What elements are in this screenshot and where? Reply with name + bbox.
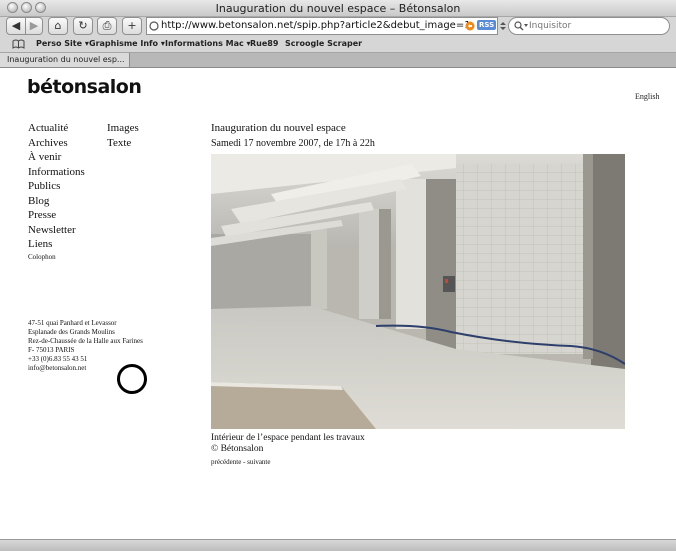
search-field[interactable] [508, 17, 670, 35]
home-icon: ⌂ [54, 19, 62, 32]
tab-inauguration[interactable]: Inauguration du nouvel esp... [0, 53, 130, 67]
photo-caption: Intérieur de l’espace pendant les travau… [211, 433, 365, 454]
nav-presse[interactable]: Presse [28, 208, 85, 223]
caption-credit: © Bétonsalon [211, 443, 264, 454]
bookmark-informations-mac[interactable]: Informations Mac ▾ [165, 39, 251, 48]
main-nav: Actualité Archives À venir Informations … [28, 121, 85, 263]
caption-text: Intérieur de l’espace pendant les travau… [211, 433, 365, 443]
phone-number: +33 (0)6.83 55 43 51 [28, 355, 88, 363]
bookmark-scroogle-scraper[interactable]: Scroogle Scraper [285, 39, 362, 48]
nav-a-venir[interactable]: À venir [28, 150, 85, 165]
forward-arrow-icon: ▶ [29, 19, 39, 32]
rss-badge[interactable]: RSS [477, 20, 497, 30]
sub-nav: Images Texte [107, 121, 139, 150]
nav-colophon[interactable]: Colophon [28, 252, 85, 263]
bookmark-graphisme-info[interactable]: Graphisme Info ▾ [89, 39, 165, 48]
forward-button[interactable]: ▶ [25, 17, 43, 35]
nav-publics[interactable]: Publics [28, 179, 85, 194]
address-line: Rez-de-Chaussée de la Halle aux Farines [28, 337, 143, 345]
next-image-link[interactable]: suivante [247, 458, 270, 466]
address-dropdown-icon[interactable] [500, 21, 506, 31]
circle-graphic [117, 364, 147, 394]
window-title: Inauguration du nouvel espace – Bétonsal… [215, 2, 461, 15]
reload-button[interactable]: ↻ [73, 17, 93, 35]
bookmark-rue89[interactable]: Rue89 [250, 39, 278, 48]
browser-toolbar: ◀ ▶ ⌂ ↻ ⎙ + http://www.betonsalon.net/sp… [0, 17, 676, 37]
interior-photo-drawing [211, 154, 625, 429]
language-link[interactable]: English [635, 92, 659, 101]
address-line: 47-51 quai Panhard et Levassor [28, 319, 117, 327]
subnav-images[interactable]: Images [107, 121, 139, 136]
nav-informations[interactable]: Informations [28, 165, 85, 180]
nav-liens[interactable]: Liens [28, 237, 85, 252]
nav-blog[interactable]: Blog [28, 194, 85, 209]
search-input[interactable] [529, 19, 659, 32]
add-bookmark-button[interactable]: + [122, 17, 142, 35]
address-bar[interactable]: http://www.betonsalon.net/spip.php?artic… [146, 17, 498, 35]
article-photo[interactable] [211, 154, 625, 429]
subnav-texte[interactable]: Texte [107, 136, 139, 151]
print-button[interactable]: ⎙ [97, 17, 117, 35]
article-date: Samedi 17 novembre 2007, de 17h à 22h [211, 138, 375, 149]
nav-archives[interactable]: Archives [28, 136, 85, 151]
bookmark-perso-site[interactable]: Perso Site ▾ [36, 39, 89, 48]
nav-newsletter[interactable]: Newsletter [28, 223, 85, 238]
reload-icon: ↻ [78, 19, 88, 32]
plus-icon: + [127, 19, 137, 32]
status-bar [0, 539, 676, 551]
site-logo[interactable]: bétonsalon [27, 76, 142, 98]
back-arrow-icon: ◀ [11, 19, 21, 32]
back-button[interactable]: ◀ [6, 17, 26, 35]
print-icon: ⎙ [102, 19, 112, 32]
tab-bar: Inauguration du nouvel esp... [0, 53, 676, 68]
search-icon [514, 21, 528, 31]
snapback-icon[interactable] [465, 21, 475, 31]
home-button[interactable]: ⌂ [48, 17, 68, 35]
web-page: bétonsalon English Actualité Archives À … [0, 68, 676, 540]
article-title: Inauguration du nouvel espace [211, 122, 346, 134]
url-text: http://www.betonsalon.net/spip.php?artic… [161, 20, 471, 31]
address-line: Esplanade des Grands Moulins [28, 328, 115, 336]
window-titlebar: Inauguration du nouvel espace – Bétonsal… [0, 0, 676, 17]
page-globe-icon [149, 21, 159, 31]
previous-image-link[interactable]: précédente [211, 458, 241, 466]
address-line: F- 75013 PARIS [28, 346, 75, 354]
bookmarks-bar: Perso Site ▾ Graphisme Info ▾ Informatio… [0, 37, 676, 53]
nav-actualite[interactable]: Actualité [28, 121, 85, 136]
book-icon[interactable] [12, 39, 25, 49]
image-pagination: précédente - suivante [211, 458, 270, 466]
